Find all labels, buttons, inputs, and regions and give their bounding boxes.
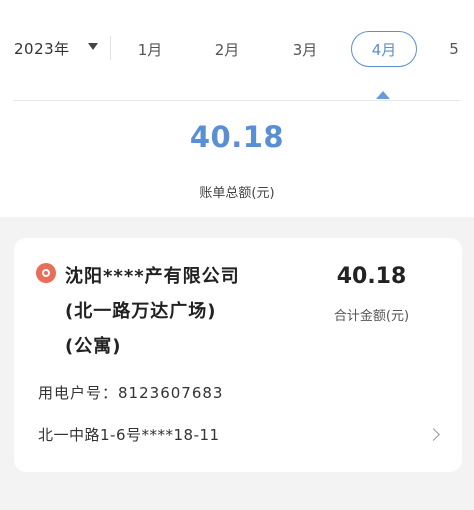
bill-amount-label: 合计金额(元)	[333, 309, 410, 324]
company-name-line: (北一路万达广场)	[65, 301, 217, 322]
divider	[110, 36, 111, 60]
bill-amount: 40.18	[336, 264, 407, 289]
tab-month-3[interactable]: 3月	[283, 31, 327, 67]
divider	[14, 100, 460, 101]
year-label: 2023年	[14, 39, 70, 58]
company-name: 沈阳****产有限公司 (北一路万达广场) (公寓)	[65, 259, 265, 364]
account-number-label: 用电户号：	[38, 384, 119, 402]
company-name-line: 沈阳****产有限公司	[65, 266, 240, 287]
year-dropdown[interactable]: 2023年	[14, 36, 98, 60]
tab-month-2[interactable]: 2月	[205, 31, 249, 67]
caret-down-icon	[88, 43, 98, 50]
company-icon	[36, 263, 56, 283]
company-name-line: (公寓)	[65, 336, 122, 357]
account-number: 8123607683	[118, 384, 224, 402]
tab-month-4[interactable]: 4月	[351, 31, 417, 67]
chevron-right-icon[interactable]	[427, 428, 440, 441]
active-tab-pointer	[376, 91, 390, 99]
tab-month-1[interactable]: 1月	[128, 31, 172, 67]
bill-card[interactable]: 沈阳****产有限公司 (北一路万达广场) (公寓) 40.18 合计金额(元)…	[14, 238, 462, 472]
address: 北一中路1-6号****18-11	[38, 426, 220, 444]
account-number-row: 用电户号：8123607683	[38, 382, 223, 403]
tab-month-5[interactable]: 5	[442, 31, 466, 67]
top-panel: 2023年 1月 2月 3月 4月 5 40.18 账单总额(元)	[0, 0, 474, 217]
total-amount: 40.18	[189, 120, 285, 154]
month-selector: 2023年 1月 2月 3月 4月 5	[0, 0, 474, 100]
total-amount-label: 账单总额(元)	[199, 186, 275, 201]
